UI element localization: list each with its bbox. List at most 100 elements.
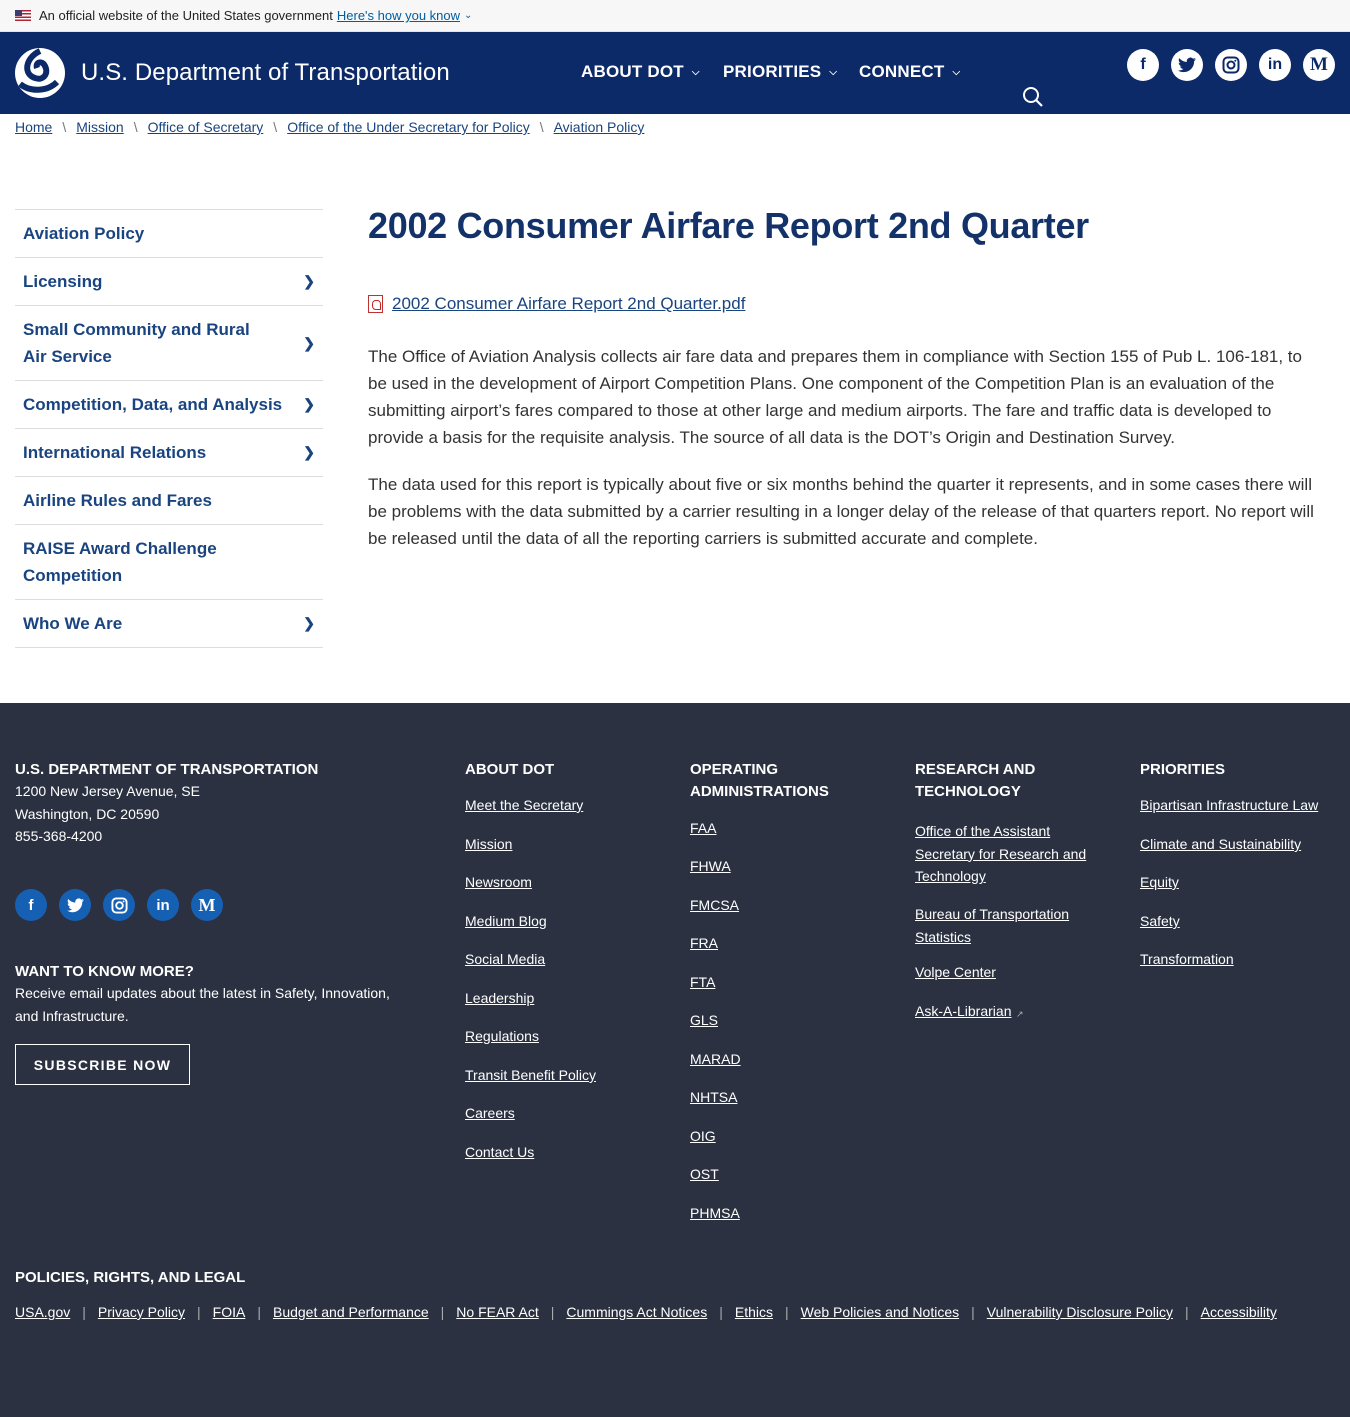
nav-about-dot[interactable]: ABOUT DOT ⌵	[581, 62, 700, 82]
gov-banner-text: An official website of the United States…	[39, 8, 333, 23]
heres-how-link[interactable]: Here's how you know	[337, 8, 460, 23]
footer-link[interactable]: FTA	[690, 974, 715, 990]
breadcrumb: Home \ Mission \ Office of Secretary \ Offi…	[15, 119, 644, 135]
sidenav-item-raise-award[interactable]: RAISE Award Challenge Competition	[15, 525, 323, 600]
nav-connect[interactable]: CONNECT ⌵	[859, 62, 960, 82]
divider: |	[257, 1304, 261, 1320]
sidenav-item-competition[interactable]: Competition, Data, and Analysis ❯	[15, 381, 323, 429]
footer-link[interactable]: NHTSA	[690, 1089, 737, 1105]
footer-link[interactable]: Medium Blog	[465, 913, 547, 929]
chevron-down-icon[interactable]: ⌄	[464, 10, 472, 21]
footer-link[interactable]: Safety	[1140, 913, 1180, 929]
divider: |	[550, 1304, 555, 1320]
footer-legal-link[interactable]: No FEAR Act	[456, 1304, 538, 1320]
twitter-icon[interactable]	[1171, 49, 1203, 81]
instagram-icon[interactable]	[1215, 49, 1247, 81]
breadcrumb-home[interactable]: Home	[15, 119, 52, 135]
footer-link[interactable]: Volpe Center	[915, 964, 996, 980]
breadcrumb-mission[interactable]: Mission	[76, 119, 123, 135]
footer-link[interactable]: PHMSA	[690, 1205, 740, 1221]
divider: |	[440, 1304, 445, 1320]
sidenav-item-international[interactable]: International Relations ❯	[15, 429, 323, 477]
footer-link[interactable]: Social Media	[465, 951, 545, 967]
chevron-down-icon: ⌵	[952, 66, 961, 78]
footer-link[interactable]: Bipartisan Infrastructure Law	[1140, 797, 1318, 813]
sidenav-label: Small Community and Rural Air Service	[23, 320, 250, 366]
footer-link[interactable]: FMCSA	[690, 897, 739, 913]
chevron-right-icon[interactable]: ❯	[303, 330, 315, 357]
linkedin-icon[interactable]: in	[1259, 49, 1291, 81]
footer-legal-title: POLICIES, RIGHTS, AND LEGAL	[15, 1269, 246, 1286]
twitter-icon[interactable]	[59, 889, 91, 921]
footer-legal-link[interactable]: FOIA	[213, 1304, 246, 1320]
chevron-right-icon[interactable]: ❯	[303, 268, 315, 295]
site-title[interactable]: U.S. Department of Transportation	[81, 59, 450, 87]
breadcrumb-separator: \	[133, 119, 138, 135]
footer-link[interactable]: Equity	[1140, 874, 1179, 890]
footer-phone: 855-368-4200	[15, 828, 103, 844]
medium-icon[interactable]: M	[191, 889, 223, 921]
body-paragraph: The data used for this report is typical…	[368, 475, 1314, 548]
footer-link[interactable]: Ask-A-Librarian	[915, 1003, 1011, 1019]
footer-link[interactable]: Contact Us	[465, 1144, 534, 1160]
footer-link[interactable]: Mission	[465, 836, 512, 852]
chevron-right-icon[interactable]: ❯	[303, 439, 315, 466]
search-icon[interactable]	[1022, 86, 1044, 113]
chevron-right-icon[interactable]: ❯	[303, 391, 315, 418]
footer-address-line: Washington, DC 20590	[15, 806, 160, 822]
pdf-download-link[interactable]: 2002 Consumer Airfare Report 2nd Quarter…	[392, 294, 745, 314]
footer-link[interactable]: Office of the Assistant Secretary for Re…	[915, 820, 1095, 888]
footer-legal-link[interactable]: Accessibility	[1201, 1304, 1277, 1320]
page-title: 2002 Consumer Airfare Report 2nd Quarter	[368, 205, 1089, 246]
linkedin-icon[interactable]: in	[147, 889, 179, 921]
footer-legal-link[interactable]: Vulnerability Disclosure Policy	[987, 1304, 1173, 1320]
sidenav-item-who-we-are[interactable]: Who We Are ❯	[15, 600, 323, 648]
footer-research-title: RESEARCH AND TECHNOLOGY	[915, 761, 1036, 800]
sidenav-label: RAISE Award Challenge Competition	[23, 539, 217, 585]
footer-legal-link[interactable]: Privacy Policy	[98, 1304, 185, 1320]
subscribe-button[interactable]: SUBSCRIBE NOW	[15, 1044, 190, 1085]
breadcrumb-office-of-secretary[interactable]: Office of Secretary	[148, 119, 264, 135]
instagram-icon[interactable]	[103, 889, 135, 921]
site-header: U.S. Department of Transportation ABOUT …	[0, 32, 1350, 114]
divider: |	[197, 1304, 201, 1320]
footer-link[interactable]: GLS	[690, 1012, 718, 1028]
sidenav-item-licensing[interactable]: Licensing ❯	[15, 258, 323, 306]
dot-logo[interactable]	[15, 48, 65, 98]
body-paragraph: The Office of Aviation Analysis collects…	[368, 347, 1302, 447]
footer-legal-link[interactable]: Web Policies and Notices	[801, 1304, 959, 1320]
footer-link[interactable]: FAA	[690, 820, 716, 836]
breadcrumb-under-secretary[interactable]: Office of the Under Secretary for Policy	[287, 119, 530, 135]
sidenav-item-small-community[interactable]: Small Community and Rural Air Service ❯	[15, 306, 323, 381]
footer-link[interactable]: FRA	[690, 935, 718, 951]
footer-link[interactable]: Careers	[465, 1105, 515, 1121]
facebook-icon[interactable]: f	[1127, 49, 1159, 81]
divider: |	[784, 1304, 789, 1320]
chevron-right-icon[interactable]: ❯	[303, 610, 315, 637]
facebook-icon[interactable]: f	[15, 889, 47, 921]
footer-legal-link[interactable]: Cummings Act Notices	[566, 1304, 707, 1320]
footer-link[interactable]: Regulations	[465, 1028, 539, 1044]
footer-link[interactable]: OIG	[690, 1128, 716, 1144]
sidenav-item-aviation-policy[interactable]: Aviation Policy	[15, 210, 323, 258]
footer-legal-link[interactable]: Ethics	[735, 1304, 773, 1320]
footer-legal-link[interactable]: Budget and Performance	[273, 1304, 429, 1320]
footer-link[interactable]: Meet the Secretary	[465, 797, 583, 813]
footer-link[interactable]: Bureau of Transportation Statistics	[915, 903, 1095, 948]
footer-link[interactable]: Leadership	[465, 990, 534, 1006]
breadcrumb-aviation-policy[interactable]: Aviation Policy	[554, 119, 645, 135]
nav-priorities[interactable]: PRIORITIES ⌵	[723, 62, 837, 82]
footer-link[interactable]: MARAD	[690, 1051, 741, 1067]
footer-link[interactable]: Climate and Sustainability	[1140, 836, 1301, 852]
sidenav-item-airline-rules[interactable]: Airline Rules and Fares	[15, 477, 323, 525]
sidenav-label: Aviation Policy	[23, 224, 145, 243]
footer-link[interactable]: FHWA	[690, 858, 731, 874]
footer-address-line: 1200 New Jersey Avenue, SE	[15, 783, 200, 799]
footer-link[interactable]: Transit Benefit Policy	[465, 1067, 596, 1083]
footer-legal-link[interactable]: USA.gov	[15, 1304, 70, 1320]
footer-link[interactable]: OST	[690, 1166, 719, 1182]
medium-icon[interactable]: M	[1303, 49, 1335, 81]
footer-link[interactable]: Transformation	[1140, 951, 1234, 967]
footer-want-title: WANT TO KNOW MORE?	[15, 963, 194, 980]
footer-link[interactable]: Newsroom	[465, 874, 532, 890]
